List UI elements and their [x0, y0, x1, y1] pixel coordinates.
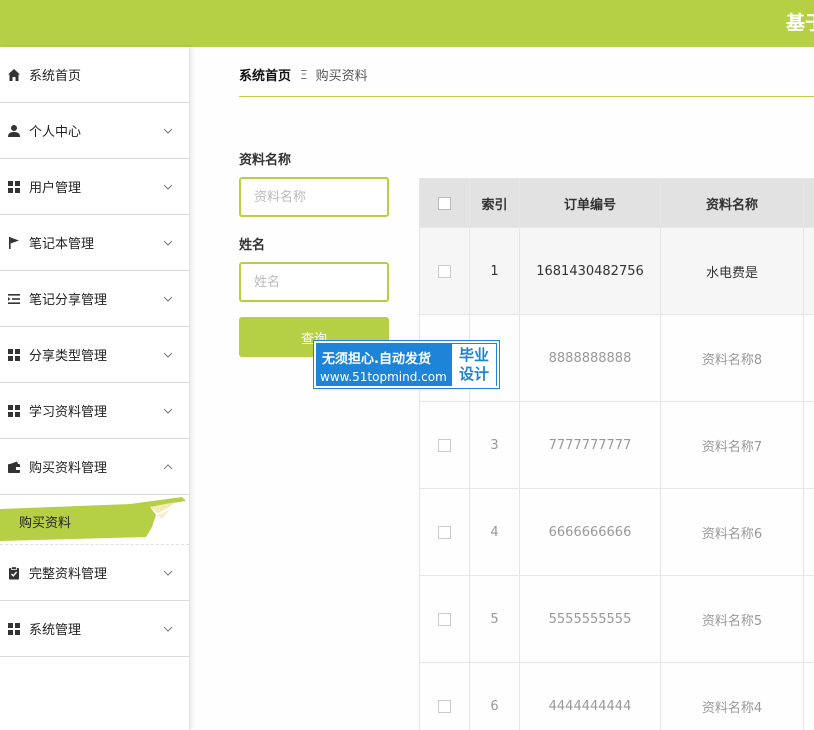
- table-row[interactable]: 5 5555555555 资料名称5: [419, 575, 814, 663]
- select-all-checkbox[interactable]: [438, 196, 451, 210]
- home-icon: [7, 68, 21, 82]
- chevron-down-icon: [163, 128, 173, 134]
- cell-index: 3: [469, 401, 520, 489]
- cell-order-no: 4444444444: [519, 662, 661, 730]
- table-row[interactable]: 6 4444444444 资料名称4: [419, 662, 814, 730]
- data-table: 索引 订单编号 资料名称 1 1681430482756 水电费是 2 8888…: [419, 178, 814, 730]
- sidebar-item-label: 系统管理: [29, 623, 82, 638]
- chevron-down-icon: [163, 296, 173, 302]
- sidebar-item-system-management[interactable]: 系统管理: [0, 601, 189, 657]
- watermark-box: 毕业 设计: [452, 344, 496, 386]
- table-row[interactable]: 1 1681430482756 水电费是: [419, 227, 814, 315]
- material-name-label: 资料名称: [239, 153, 292, 168]
- person-name-label: 姓名: [239, 238, 266, 253]
- sidebar-item-note-share-management[interactable]: 笔记分享管理: [0, 271, 189, 327]
- cell-material-name: 水电费是: [660, 227, 804, 315]
- watermark-line1: 无须担心.自动发货: [322, 352, 431, 367]
- sidebar-item-home[interactable]: 系统首页: [0, 47, 189, 103]
- sidebar-item-label: 学习资料管理: [29, 405, 108, 420]
- cell-material-name: 资料名称8: [660, 314, 804, 402]
- sidebar-item-notebook-management[interactable]: 笔记本管理: [0, 215, 189, 271]
- table-header-row: 索引 订单编号 资料名称: [419, 178, 814, 228]
- chevron-up-icon: [163, 464, 173, 470]
- cell-material-name: 资料名称5: [660, 575, 804, 663]
- table-row[interactable]: 3 7777777777 资料名称7: [419, 401, 814, 489]
- top-bar: 基于: [0, 0, 814, 47]
- grid-icon: [7, 622, 21, 636]
- sidebar-item-complete-material-management[interactable]: 完整资料管理: [0, 545, 189, 601]
- cell-material-name: 资料名称6: [660, 488, 804, 576]
- breadcrumb-home[interactable]: 系统首页: [239, 65, 291, 84]
- table-row[interactable]: 4 6666666666 资料名称6: [419, 488, 814, 576]
- chevron-down-icon: [163, 240, 173, 246]
- watermark-box-line1: 毕业: [458, 346, 489, 364]
- chevron-down-icon: [163, 570, 173, 576]
- chevron-down-icon: [163, 184, 173, 190]
- chevron-down-icon: [163, 408, 173, 414]
- watermark-badge: 无须担心.自动发货 www.51topmind.com 毕业 设计: [314, 341, 499, 388]
- sidebar-item-purchase-material-management[interactable]: 购买资料管理: [0, 439, 189, 495]
- cell-order-no: 6666666666: [519, 488, 661, 576]
- person-name-input[interactable]: [239, 262, 389, 302]
- cell-order-no: 1681430482756: [519, 227, 661, 315]
- cell-order-no: 7777777777: [519, 401, 661, 489]
- breadcrumb-separator: Ξ: [300, 67, 308, 82]
- material-name-input[interactable]: [239, 177, 389, 217]
- sidebar-item-label: 个人中心: [29, 125, 82, 140]
- sidebar-item-label: 笔记分享管理: [29, 293, 108, 308]
- flag-icon: [7, 236, 21, 250]
- column-header-index[interactable]: 索引: [469, 178, 520, 228]
- grid-icon: [7, 348, 21, 362]
- cell-order-no: 8888888888: [519, 314, 661, 402]
- wallet-icon: [7, 460, 21, 474]
- column-header-more: [803, 178, 814, 228]
- sidebar-item-study-material-management[interactable]: 学习资料管理: [0, 383, 189, 439]
- watermark-box-line2: 设计: [458, 365, 489, 383]
- cell-material-name: 资料名称7: [660, 401, 804, 489]
- sidebar-item-label: 分享类型管理: [29, 349, 108, 364]
- row-checkbox[interactable]: [438, 264, 451, 278]
- grid-icon: [7, 180, 21, 194]
- watermark-url: www.51topmind.com: [320, 370, 447, 384]
- sidebar-item-personal-center[interactable]: 个人中心: [0, 103, 189, 159]
- cell-index: 6: [469, 662, 520, 730]
- cell-index: 5: [469, 575, 520, 663]
- chevron-down-icon: [163, 352, 173, 358]
- cell-index: 1: [469, 227, 520, 315]
- chevron-down-icon: [163, 626, 173, 632]
- row-checkbox[interactable]: [438, 612, 451, 626]
- sidebar-item-label: 完整资料管理: [29, 567, 108, 582]
- cell-index: 4: [469, 488, 520, 576]
- sidebar: 系统首页 个人中心 用户管理 笔记本管理 笔记分享管理 分享类型管理 学习资料管…: [0, 47, 190, 730]
- sidebar-item-user-management[interactable]: 用户管理: [0, 159, 189, 215]
- column-header-order-no[interactable]: 订单编号: [519, 178, 661, 228]
- select-all-cell: [419, 178, 470, 228]
- breadcrumb-divider: [239, 96, 814, 97]
- cell-material-name: 资料名称4: [660, 662, 804, 730]
- sidebar-subitem-purchase-material[interactable]: 购买资料: [0, 495, 189, 545]
- sidebar-subitem-label: 购买资料: [19, 516, 72, 531]
- breadcrumb-current: 购买资料: [315, 69, 368, 84]
- grid-icon: [7, 404, 21, 418]
- sidebar-item-share-type-management[interactable]: 分享类型管理: [0, 327, 189, 383]
- cell-order-no: 5555555555: [519, 575, 661, 663]
- sidebar-item-label: 购买资料管理: [29, 461, 108, 476]
- row-checkbox[interactable]: [438, 699, 451, 713]
- column-header-material-name[interactable]: 资料名称: [660, 178, 804, 228]
- user-icon: [7, 124, 21, 138]
- row-checkbox[interactable]: [438, 438, 451, 452]
- sidebar-item-label: 系统首页: [29, 69, 82, 84]
- sidebar-item-label: 用户管理: [29, 181, 82, 196]
- list-icon: [7, 292, 21, 306]
- sidebar-item-label: 笔记本管理: [29, 237, 95, 252]
- clipboard-check-icon: [7, 565, 21, 580]
- app-title: 基于: [786, 12, 814, 34]
- breadcrumb: 系统首页 Ξ 购买资料: [239, 65, 368, 85]
- row-checkbox[interactable]: [438, 525, 451, 539]
